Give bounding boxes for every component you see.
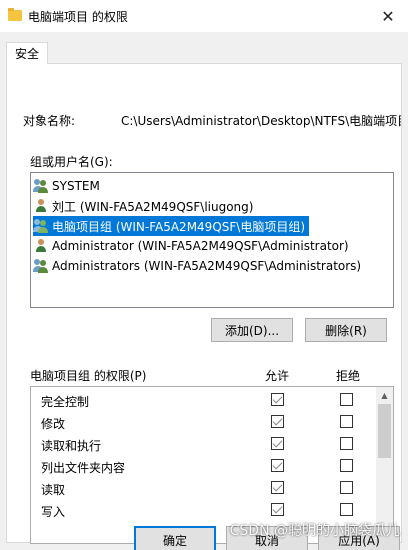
deny-column-header: 拒绝 [336,369,361,383]
allow-checkbox[interactable] [271,415,284,428]
permission-row: 列出文件夹内容 [31,455,375,477]
permission-row: 完全控制 [31,389,375,411]
permission-name: 修改 [41,417,66,431]
scroll-up-icon[interactable]: ▲ [376,387,393,404]
close-button[interactable]: ✕ [368,0,408,32]
tab-security[interactable]: 安全 [6,42,48,64]
close-icon: ✕ [381,6,395,26]
permission-name: 写入 [41,505,66,519]
watermark: CSDN @聪明的小脑袋瓜儿 [229,523,400,539]
deny-checkbox[interactable] [340,437,353,450]
group-icon [33,178,49,194]
deny-checkbox[interactable] [340,459,353,472]
permission-name: 列出文件夹内容 [41,461,126,475]
remove-button[interactable]: 删除(R) [305,318,387,342]
user-icon [33,238,49,254]
permission-row: 修改 [31,411,375,433]
permission-row: 读取 [31,477,375,499]
deny-checkbox[interactable] [340,503,353,516]
group-icon [33,258,49,274]
permission-name: 读取和执行 [41,439,102,453]
allow-checkbox[interactable] [271,503,284,516]
user-name: Administrators (WIN-FA5A2M49QSF\Administ… [52,259,362,273]
deny-checkbox[interactable] [340,481,353,494]
permission-name: 完全控制 [41,395,90,409]
permission-row: 读取和执行 [31,433,375,455]
list-item-system[interactable]: SYSTEM [33,176,104,196]
dialog-body: 安全 对象名称: C:\Users\Administrator\Desktop\… [0,32,408,550]
user-list[interactable]: SYSTEM 刘工 (WIN-FA5A2M49QSF\liugong) 电脑项目… [30,172,394,308]
group-user-label: 组或用户名(G): [30,155,113,169]
user-name: Administrator (WIN-FA5A2M49QSF\Administr… [52,239,349,253]
deny-checkbox[interactable] [340,415,353,428]
user-icon [33,198,49,214]
folder-icon [8,8,22,21]
allow-checkbox[interactable] [271,481,284,494]
user-name: 电脑项目组 (WIN-FA5A2M49QSF\电脑项目组) [52,219,306,234]
allow-column-header: 允许 [265,369,290,383]
security-tab-page: 对象名称: C:\Users\Administrator\Desktop\NTF… [6,63,402,544]
user-name: SYSTEM [52,179,100,193]
list-item-administrator[interactable]: Administrator (WIN-FA5A2M49QSF\Administr… [33,236,353,256]
object-name-value: C:\Users\Administrator\Desktop\NTFS\电脑端项… [121,114,401,128]
user-name: 刘工 (WIN-FA5A2M49QSF\liugong) [52,199,254,214]
deny-checkbox[interactable] [340,393,353,406]
allow-checkbox[interactable] [271,393,284,406]
window-title: 电脑端项目 的权限 [28,10,128,24]
permission-name: 读取 [41,483,66,497]
list-item-liugong[interactable]: 刘工 (WIN-FA5A2M49QSF\liugong) [33,196,257,216]
allow-checkbox[interactable] [271,459,284,472]
title-bar: 电脑端项目 的权限 ✕ [0,0,408,32]
add-button[interactable]: 添加(D)... [211,318,293,342]
permission-row: 写入 [31,499,375,521]
ok-button[interactable]: 确定 [134,526,216,550]
scroll-thumb[interactable] [378,404,391,458]
permissions-label: 电脑项目组 的权限(P) [30,369,147,383]
object-name-label: 对象名称: [23,114,76,128]
group-icon [33,218,49,234]
list-item-project-group[interactable]: 电脑项目组 (WIN-FA5A2M49QSF\电脑项目组) [33,216,310,236]
list-item-administrators[interactable]: Administrators (WIN-FA5A2M49QSF\Administ… [33,256,365,276]
allow-checkbox[interactable] [271,437,284,450]
